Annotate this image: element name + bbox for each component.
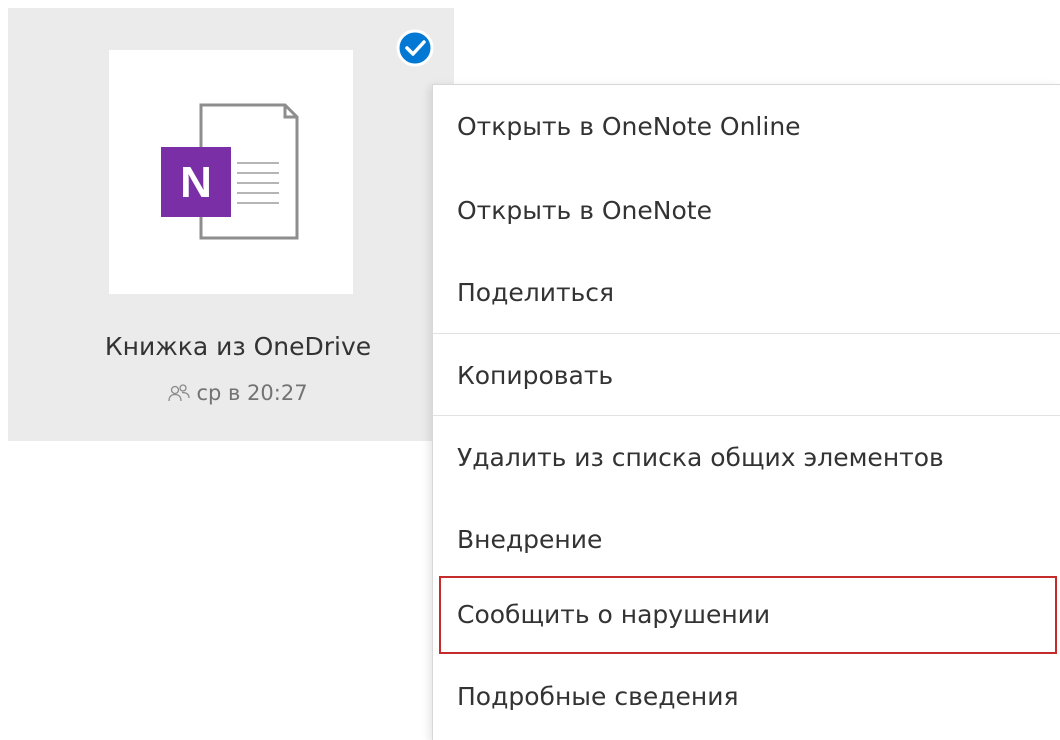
file-thumbnail[interactable]: N: [109, 50, 353, 294]
menu-embed[interactable]: Внедрение: [433, 498, 1060, 582]
menu-details[interactable]: Подробные сведения: [433, 655, 1060, 739]
onenote-badge-letter: N: [180, 158, 212, 207]
selected-check-icon[interactable]: [395, 28, 435, 68]
onenote-icon: N: [161, 103, 299, 240]
menu-remove-shared[interactable]: Удалить из списка общих элементов: [433, 416, 1060, 500]
menu-copy[interactable]: Копировать: [433, 334, 1060, 418]
context-menu: Открыть в OneNote Online Открыть в OneNo…: [432, 84, 1060, 740]
people-icon: [168, 384, 191, 402]
menu-open-online[interactable]: Открыть в OneNote Online: [433, 85, 1060, 169]
menu-share[interactable]: Поделиться: [433, 251, 1060, 335]
file-name[interactable]: Книжка из OneDrive: [8, 332, 468, 361]
modified-time: ср в 20:27: [196, 381, 308, 405]
menu-open-desktop[interactable]: Открыть в OneNote: [433, 169, 1060, 253]
file-meta: ср в 20:27: [8, 381, 468, 405]
menu-report-abuse[interactable]: Сообщить о нарушении: [433, 573, 1060, 657]
file-tile[interactable]: N Книжка из OneDrive ср в 20:27: [8, 8, 454, 441]
